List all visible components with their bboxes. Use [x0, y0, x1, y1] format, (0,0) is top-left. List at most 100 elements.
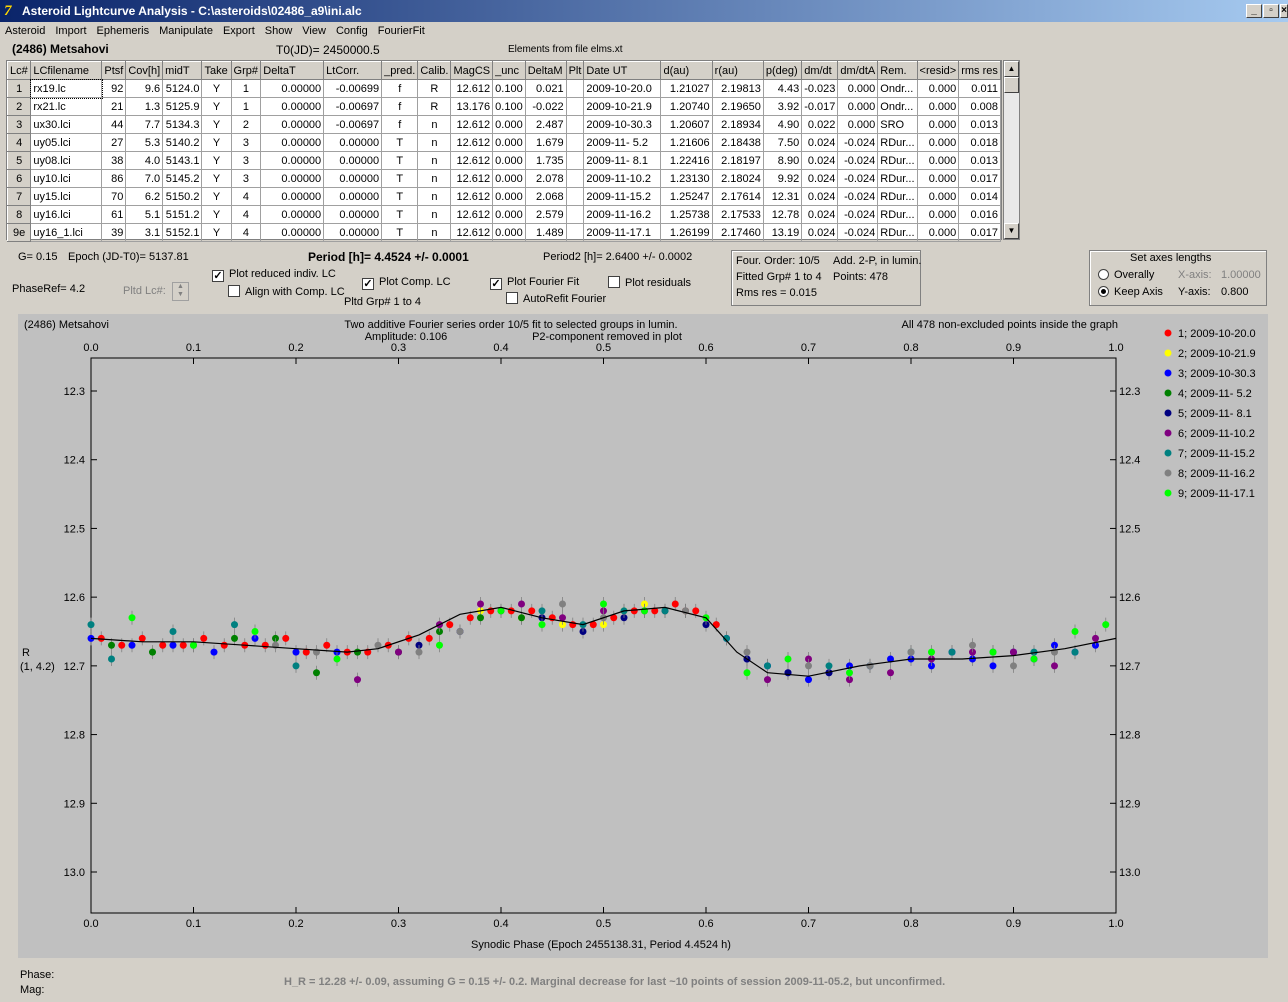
table-cell[interactable]: 5125.9 [162, 97, 203, 116]
table-cell[interactable]: rx21.lc [30, 97, 103, 116]
table-cell[interactable]: 5143.1 [162, 151, 203, 170]
table-cell[interactable]: -0.023 [801, 79, 839, 98]
table-cell[interactable] [565, 133, 585, 152]
table-cell[interactable]: Y [201, 169, 232, 188]
table-cell[interactable]: rx19.lc [29, 78, 103, 99]
table-cell[interactable]: 0.00000 [323, 133, 383, 152]
table-cell[interactable]: T [381, 151, 419, 170]
table-row[interactable]: 2 rx21.lc 21 1.3 5125.9 Y 1 0.00000 -0.00697 f R 13… [6, 97, 1001, 116]
table-cell[interactable]: 3 [230, 133, 262, 152]
table-cell[interactable]: 7.50 [762, 133, 803, 152]
column-header[interactable]: Date UT [583, 61, 662, 80]
table-cell[interactable]: 0.013 [958, 151, 1001, 170]
table-cell[interactable]: 9.6 [125, 79, 164, 98]
row-header[interactable]: 7 [6, 187, 32, 206]
table-cell[interactable]: 2.18438 [711, 133, 764, 152]
autorefit-checkbox[interactable]: AutoRefit Fourier [506, 292, 606, 305]
table-cell[interactable]: 0.00000 [260, 205, 325, 224]
table-cell[interactable]: SRO [877, 115, 918, 134]
table-cell[interactable]: Y [201, 223, 232, 242]
table-cell[interactable]: -0.024 [837, 187, 879, 206]
table-cell[interactable]: n [417, 151, 452, 170]
table-cell[interactable]: 0.008 [958, 97, 1001, 116]
table-cell[interactable]: 2009-10-30.3 [583, 115, 662, 134]
table-cell[interactable]: f [381, 79, 419, 98]
table-cell[interactable]: 12.612 [450, 115, 494, 134]
table-cell[interactable]: 0.017 [958, 223, 1001, 242]
table-cell[interactable]: 12.612 [450, 187, 494, 206]
table-cell[interactable]: 44 [101, 115, 127, 134]
table-cell[interactable]: 12.612 [450, 151, 494, 170]
table-cell[interactable]: 3 [230, 151, 262, 170]
column-header[interactable]: rms res [958, 61, 1001, 80]
table-cell[interactable]: 12.612 [450, 205, 494, 224]
column-header[interactable]: <resid> [916, 61, 960, 80]
table-cell[interactable]: n [417, 187, 452, 206]
table-cell[interactable]: uy15.lci [30, 187, 103, 206]
table-cell[interactable]: uy05.lci [30, 133, 103, 152]
row-header[interactable]: 4 [6, 133, 32, 152]
table-cell[interactable]: Y [201, 187, 232, 206]
menu-export[interactable]: Export [218, 23, 260, 37]
table-cell[interactable]: 0.00000 [323, 223, 383, 242]
table-cell[interactable]: n [417, 169, 452, 188]
table-cell[interactable]: -0.00697 [323, 115, 383, 134]
table-cell[interactable]: Ondr... [877, 97, 918, 116]
table-cell[interactable]: 5145.2 [162, 169, 203, 188]
table-cell[interactable]: n [417, 133, 452, 152]
table-cell[interactable]: 0.011 [958, 79, 1001, 98]
column-header[interactable]: dm/dt [801, 61, 839, 80]
table-cell[interactable]: Y [201, 205, 232, 224]
table-cell[interactable]: T [381, 169, 419, 188]
table-cell[interactable]: 0.022 [801, 115, 839, 134]
table-cell[interactable]: 4 [230, 205, 262, 224]
table-cell[interactable]: 5124.0 [162, 79, 203, 98]
table-cell[interactable]: 1.21027 [660, 79, 713, 98]
column-header[interactable]: dm/dtA [837, 61, 879, 80]
table-cell[interactable]: 12.612 [450, 223, 494, 242]
table-cell[interactable]: 0.024 [801, 169, 839, 188]
table-cell[interactable]: 13.176 [450, 97, 494, 116]
table-cell[interactable]: 3.92 [762, 97, 803, 116]
table-cell[interactable]: 0.024 [801, 205, 839, 224]
table-cell[interactable]: 1.21606 [660, 133, 713, 152]
column-header[interactable]: DeltaT [260, 61, 325, 80]
column-header[interactable]: Rem. [877, 61, 918, 80]
table-cell[interactable]: 9.92 [762, 169, 803, 188]
table-cell[interactable]: 0.000 [837, 115, 879, 134]
table-cell[interactable]: 70 [101, 187, 127, 206]
table-cell[interactable]: 7.0 [125, 169, 164, 188]
table-cell[interactable]: -0.024 [837, 205, 879, 224]
table-cell[interactable]: Y [201, 133, 232, 152]
table-cell[interactable]: 0.00000 [260, 169, 325, 188]
row-header[interactable]: 3 [6, 115, 32, 134]
table-cell[interactable] [565, 187, 585, 206]
table-row[interactable]: 9e uy16_1.lci 39 3.1 5152.1 Y 4 0.00000 0.00000 T… [6, 223, 1001, 242]
table-cell[interactable]: 2.18197 [711, 151, 764, 170]
table-cell[interactable]: 1.679 [524, 133, 567, 152]
table-cell[interactable]: RDur... [877, 133, 918, 152]
column-header[interactable]: DeltaM [524, 61, 567, 80]
table-cell[interactable]: -0.017 [801, 97, 839, 116]
table-cell[interactable]: 2.579 [524, 205, 567, 224]
column-header[interactable]: d(au) [660, 61, 713, 80]
row-header[interactable]: 6 [6, 169, 32, 188]
table-cell[interactable]: 92 [101, 79, 127, 98]
table-cell[interactable]: Y [201, 97, 232, 116]
table-cell[interactable]: 1.25738 [660, 205, 713, 224]
table-cell[interactable]: 0.00000 [323, 205, 383, 224]
table-cell[interactable]: RDur... [877, 151, 918, 170]
table-cell[interactable]: 0.000 [837, 79, 879, 98]
table-cell[interactable]: 0.024 [801, 223, 839, 242]
table-cell[interactable]: 2.078 [524, 169, 567, 188]
row-header[interactable]: 2 [6, 97, 32, 116]
table-cell[interactable]: 2009-11-16.2 [583, 205, 662, 224]
table-cell[interactable]: 39 [101, 223, 127, 242]
table-cell[interactable]: 12.78 [762, 205, 803, 224]
table-cell[interactable]: 12.612 [450, 169, 494, 188]
table-cell[interactable]: 1 [230, 97, 262, 116]
table-cell[interactable]: 1.23130 [660, 169, 713, 188]
table-cell[interactable]: 2009-11-10.2 [583, 169, 662, 188]
table-cell[interactable]: n [417, 205, 452, 224]
table-cell[interactable]: 2009-11- 8.1 [583, 151, 662, 170]
